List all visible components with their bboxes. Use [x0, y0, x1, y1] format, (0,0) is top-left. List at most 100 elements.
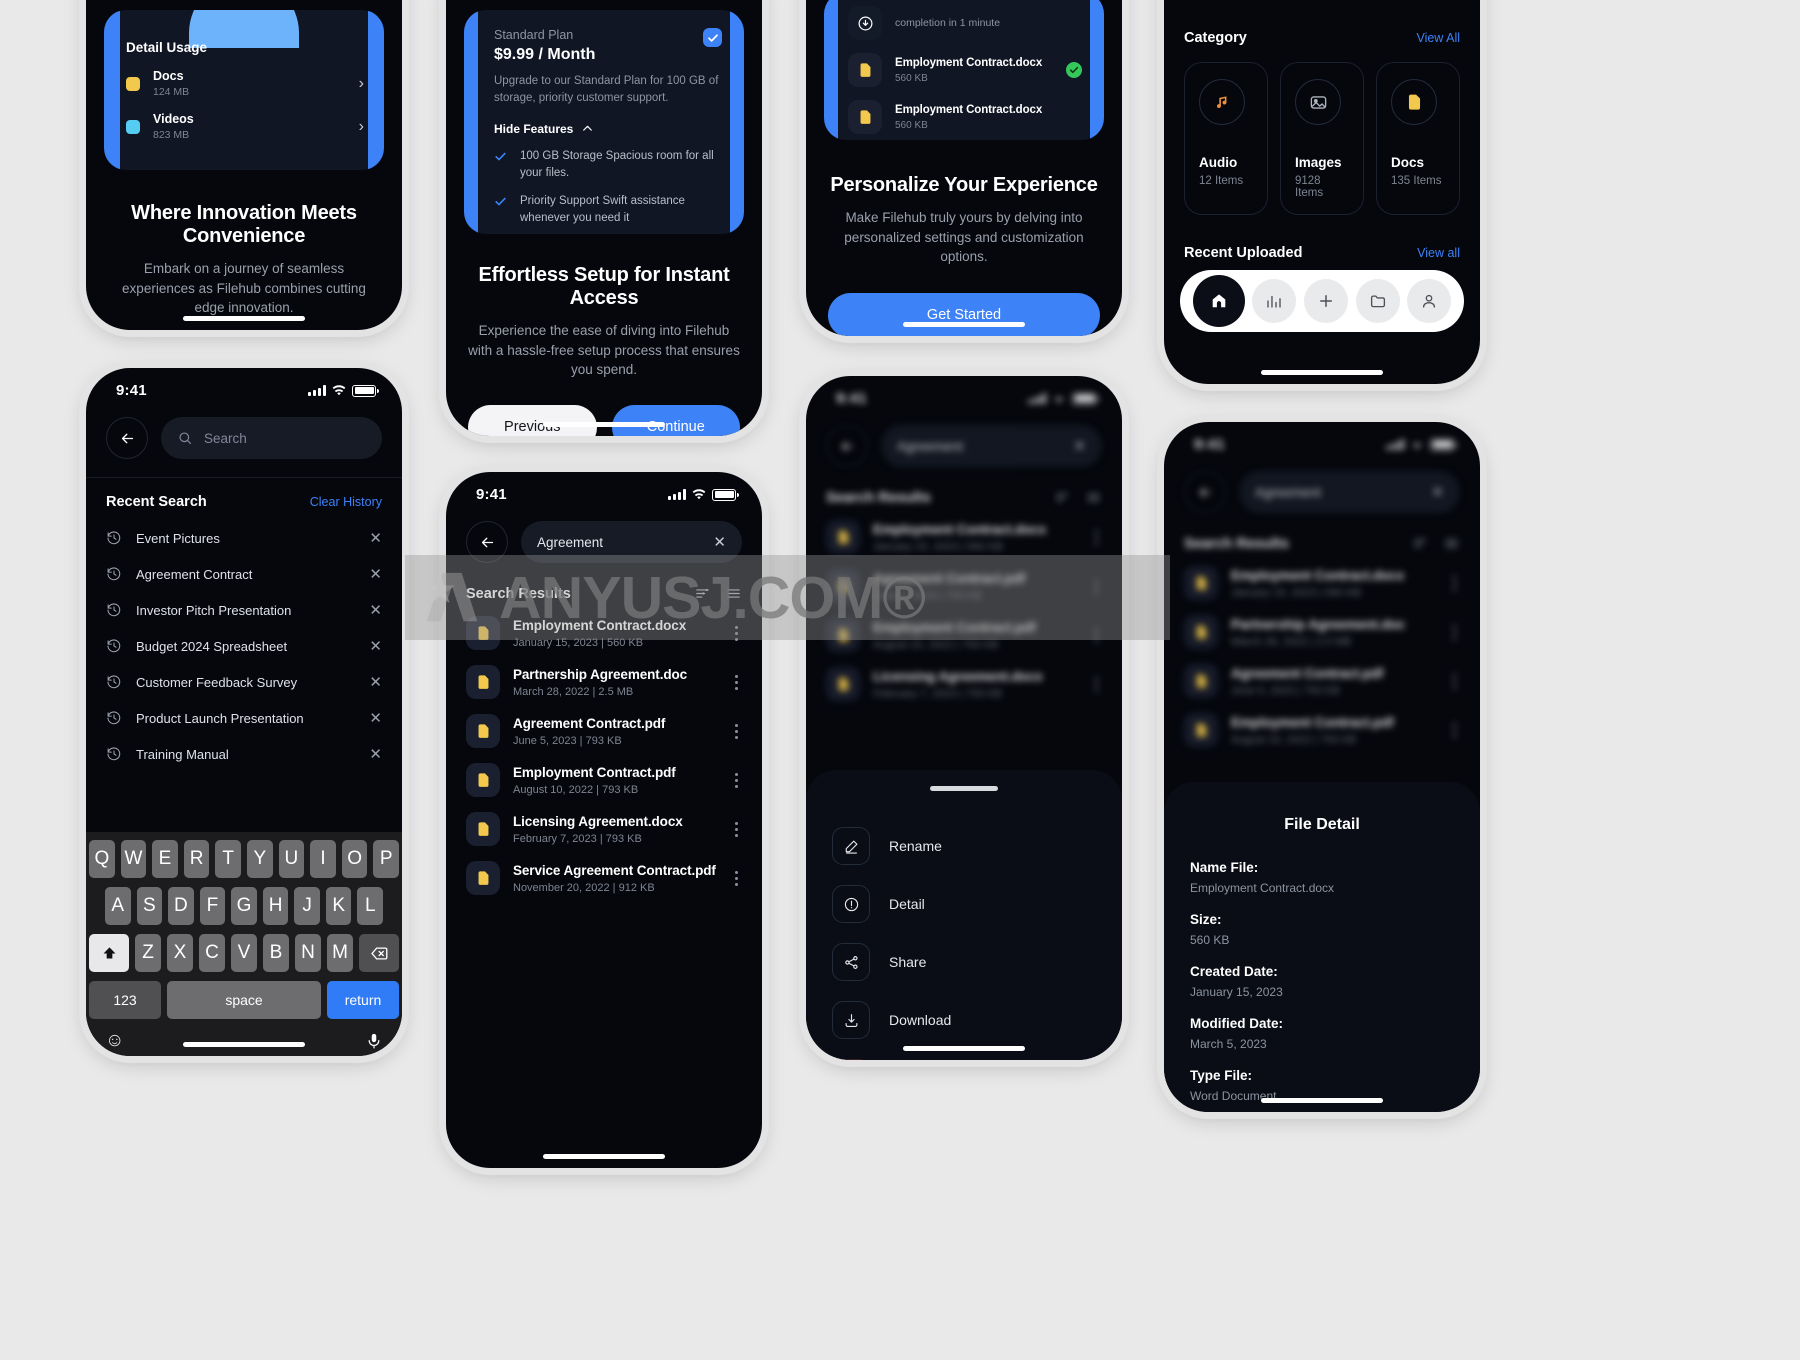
back-button[interactable] — [826, 425, 868, 467]
key-l[interactable]: L — [357, 887, 384, 925]
back-button[interactable] — [106, 417, 148, 459]
continue-button[interactable]: Continue — [611, 404, 740, 436]
sheet-grabber[interactable] — [930, 786, 998, 791]
search-result-row[interactable]: Service Agreement Contract.pdf November … — [466, 861, 742, 895]
action-rename[interactable]: Rename — [832, 817, 1096, 875]
key-r[interactable]: R — [183, 840, 210, 878]
search-result-row[interactable]: Employment Contract.pdf August 10, 2022 … — [466, 763, 742, 797]
upload-mock-card: completion in 1 minute Employment Contra… — [824, 0, 1104, 140]
more-options-icon[interactable] — [731, 671, 742, 694]
recent-search-item[interactable]: Product Launch Presentation ✕ — [106, 702, 382, 734]
search-input[interactable]: Agreement ✕ — [1239, 471, 1460, 513]
remove-icon[interactable]: ✕ — [369, 747, 382, 762]
remove-icon[interactable]: ✕ — [369, 675, 382, 690]
backspace-key[interactable] — [359, 934, 399, 972]
emoji-icon[interactable]: ☺ — [105, 1030, 124, 1052]
key-s[interactable]: S — [136, 887, 163, 925]
key-d[interactable]: D — [168, 887, 194, 925]
clear-query-icon[interactable]: ✕ — [1431, 483, 1444, 501]
recent-search-item[interactable]: Customer Feedback Survey ✕ — [106, 666, 382, 698]
search-result-row: Employment Contract.pdf August 10, 2022 … — [1184, 713, 1460, 747]
action-share[interactable]: Share — [832, 933, 1096, 991]
search-input[interactable]: Agreement ✕ — [881, 425, 1102, 467]
key-e[interactable]: E — [152, 840, 178, 878]
key-h[interactable]: H — [262, 887, 289, 925]
back-button[interactable] — [1184, 471, 1226, 513]
recent-search-item[interactable]: Investor Pitch Presentation ✕ — [106, 594, 382, 626]
category-count: 12 Items — [1199, 175, 1244, 187]
remove-icon[interactable]: ✕ — [369, 567, 382, 582]
nav-home-button[interactable] — [1192, 275, 1245, 327]
key-j[interactable]: J — [294, 887, 320, 925]
recent-search-item[interactable]: Training Manual ✕ — [106, 738, 382, 770]
key-c[interactable]: C — [199, 934, 225, 972]
key-u[interactable]: U — [278, 840, 305, 878]
key-q[interactable]: Q — [89, 840, 115, 878]
category-card-images[interactable]: Images 9128 Items — [1280, 62, 1364, 215]
music-note-icon — [1199, 79, 1245, 125]
clear-history-button[interactable]: Clear History — [310, 495, 382, 509]
space-key[interactable]: space — [167, 981, 321, 1019]
hide-features-toggle[interactable]: Hide Features — [494, 122, 722, 136]
usage-row[interactable]: Videos 823 MB › — [126, 112, 364, 141]
clear-query-icon[interactable]: ✕ — [713, 533, 726, 551]
search-result-row[interactable]: Licensing Agreement.docx February 7, 202… — [466, 812, 742, 846]
key-t[interactable]: T — [215, 840, 241, 878]
remove-icon[interactable]: ✕ — [369, 711, 382, 726]
key-y[interactable]: Y — [247, 840, 273, 878]
key-g[interactable]: G — [231, 887, 257, 925]
key-o[interactable]: O — [341, 840, 368, 878]
return-key[interactable]: return — [327, 981, 399, 1019]
plan-selected-checkbox[interactable] — [703, 28, 722, 47]
key-x[interactable]: X — [167, 934, 193, 972]
result-file-meta: June 5, 2023 | 793 KB — [513, 734, 622, 747]
category-card-docs[interactable]: Docs 135 Items — [1376, 62, 1460, 215]
key-b[interactable]: B — [263, 934, 289, 972]
remove-icon[interactable]: ✕ — [369, 531, 382, 546]
key-k[interactable]: K — [325, 887, 352, 925]
search-result-row: Employment Contract.docx January 15, 202… — [826, 520, 1102, 554]
recent-search-item[interactable]: Agreement Contract ✕ — [106, 558, 382, 590]
search-result-row[interactable]: Partnership Agreement.doc March 28, 2022… — [466, 665, 742, 699]
action-detail[interactable]: Detail — [832, 875, 1096, 933]
key-f[interactable]: F — [199, 887, 226, 925]
search-result-row[interactable]: Agreement Contract.pdf June 5, 2023 | 79… — [466, 714, 742, 748]
recent-view-all-link[interactable]: View all — [1417, 246, 1460, 260]
previous-button[interactable]: Previous — [468, 404, 597, 436]
more-options-icon[interactable] — [731, 818, 742, 841]
key-w[interactable]: W — [120, 840, 147, 878]
category-card-audio[interactable]: Audio 12 Items — [1184, 62, 1268, 215]
more-options-icon[interactable] — [731, 720, 742, 743]
more-options-icon[interactable] — [731, 867, 742, 890]
numbers-key[interactable]: 123 — [89, 981, 161, 1019]
remove-icon[interactable]: ✕ — [369, 639, 382, 654]
search-input[interactable]: Search — [161, 417, 382, 459]
category-view-all-link[interactable]: View All — [1416, 31, 1460, 45]
get-started-button[interactable]: Get Started — [828, 292, 1100, 336]
nav-add-button[interactable] — [1303, 279, 1348, 323]
shift-key[interactable] — [89, 934, 129, 972]
nav-folder-button[interactable] — [1355, 279, 1400, 323]
trash-icon — [832, 1059, 870, 1060]
screen-onboarding-setup: Standard Plan $9.99 / Month Upgrade to o… — [446, 0, 762, 436]
key-m[interactable]: M — [327, 934, 353, 972]
usage-row[interactable]: Docs 124 MB › — [126, 69, 364, 98]
action-download[interactable]: Download — [832, 991, 1096, 1049]
key-i[interactable]: I — [310, 840, 336, 878]
key-n[interactable]: N — [295, 934, 321, 972]
nav-profile-button[interactable] — [1407, 279, 1452, 323]
key-v[interactable]: V — [231, 934, 257, 972]
onboarding-subtitle: Embark on a journey of seamless experien… — [122, 261, 366, 316]
recent-search-item[interactable]: Budget 2024 Spreadsheet ✕ — [106, 630, 382, 662]
nav-stats-button[interactable] — [1252, 279, 1297, 323]
key-p[interactable]: P — [373, 840, 399, 878]
recent-search-item[interactable]: Event Pictures ✕ — [106, 522, 382, 554]
more-options-icon[interactable] — [731, 769, 742, 792]
home-indicator — [543, 1154, 665, 1159]
key-a[interactable]: A — [104, 887, 131, 925]
microphone-icon[interactable] — [365, 1032, 383, 1050]
clear-query-icon[interactable]: ✕ — [1073, 437, 1086, 455]
key-z[interactable]: Z — [135, 934, 161, 972]
remove-icon[interactable]: ✕ — [369, 603, 382, 618]
result-file-meta: August 10, 2022 | 793 KB — [1231, 733, 1357, 746]
